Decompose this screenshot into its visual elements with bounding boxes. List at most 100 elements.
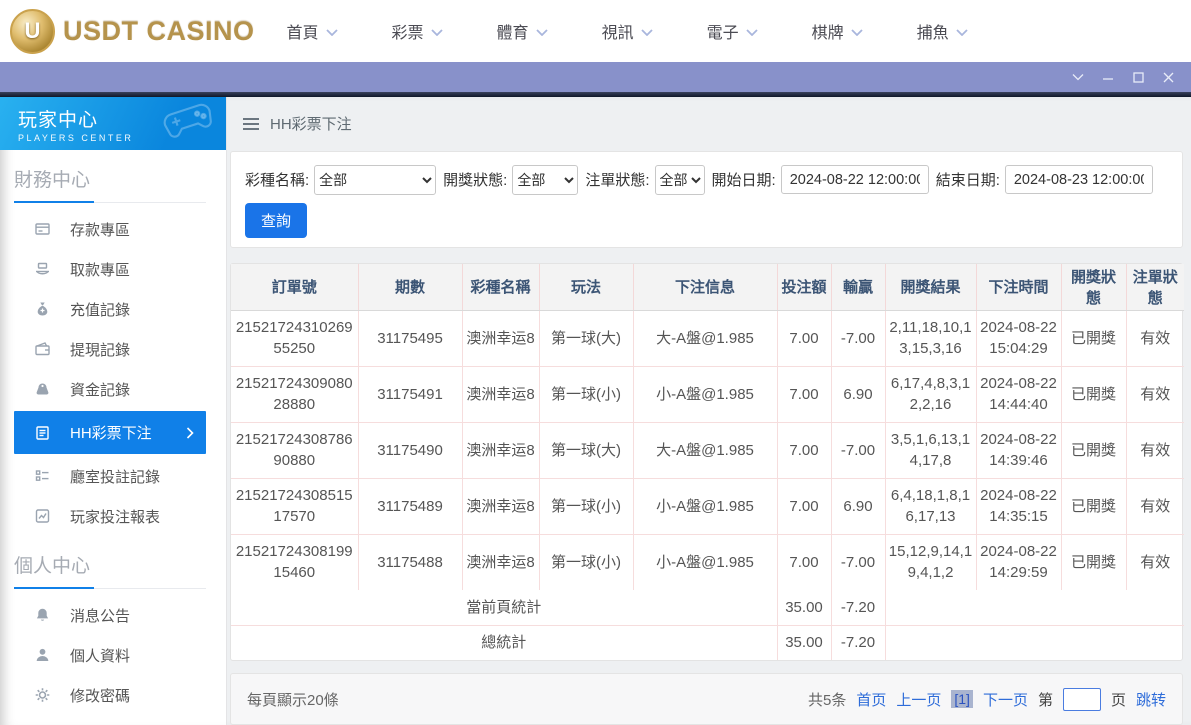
profile-icon bbox=[34, 647, 52, 663]
room-bet-record-icon bbox=[34, 468, 52, 484]
window-titlebar bbox=[0, 62, 1191, 92]
personal-menu: 消息公告 個人資料 修改密碼 bbox=[0, 595, 226, 715]
sidebar-item-room-bet-record[interactable]: 廳室投註記錄 bbox=[0, 456, 226, 496]
cell-play-type: 第一球(小) bbox=[539, 366, 633, 422]
cell-lottery-name: 澳洲幸运8 bbox=[462, 366, 539, 422]
cell-draw-result: 15,12,9,14,19,4,1,2 bbox=[885, 534, 976, 590]
cell-bet-info: 小-A盤@1.985 bbox=[633, 478, 777, 534]
cell-draw-status: 已開獎 bbox=[1061, 534, 1126, 590]
cell-win-loss: -7.00 bbox=[831, 534, 885, 590]
col-bet-amount: 投注額 bbox=[777, 264, 831, 311]
sidebar-item-withdraw[interactable]: 取款專區 bbox=[0, 249, 226, 289]
page-size-text: 每頁顯示20條 bbox=[247, 689, 339, 710]
brand[interactable]: U USDT CASINO bbox=[10, 9, 255, 54]
cell-order-no: 2152172430878690880 bbox=[231, 422, 358, 478]
col-play-type: 玩法 bbox=[539, 264, 633, 311]
cell-play-type: 第一球(小) bbox=[539, 478, 633, 534]
cell-play-type: 第一球(小) bbox=[539, 534, 633, 590]
cell-order-status: 有效 bbox=[1126, 422, 1184, 478]
maximize-icon[interactable] bbox=[1123, 62, 1153, 92]
cell-win-loss: 6.90 bbox=[831, 478, 885, 534]
current-page-indicator[interactable]: [1] bbox=[951, 690, 973, 708]
cell-draw-result: 2,11,18,10,13,15,3,16 bbox=[885, 310, 976, 366]
jump-button[interactable]: 跳转 bbox=[1136, 689, 1166, 710]
cell-bet-time: 2024-08-22 14:29:59 bbox=[976, 534, 1061, 590]
hamburger-icon[interactable] bbox=[242, 117, 260, 131]
cell-order-status: 有效 bbox=[1126, 534, 1184, 590]
cell-period: 31175491 bbox=[358, 366, 462, 422]
nav-label: 體育 bbox=[497, 19, 529, 43]
page-jump-input[interactable] bbox=[1063, 688, 1101, 711]
sidebar-item-announcements[interactable]: 消息公告 bbox=[0, 595, 226, 635]
nav-item-cards[interactable]: 棋牌 bbox=[812, 19, 863, 43]
cell-period: 31175495 bbox=[358, 310, 462, 366]
sidebar-item-deposit[interactable]: 存款專區 bbox=[0, 209, 226, 249]
filter-panel: 彩種名稱: 全部 開獎狀態: 全部 注單狀態: 全部 開始日期: 結束日期: bbox=[230, 151, 1183, 248]
cell-lottery-name: 澳洲幸运8 bbox=[462, 534, 539, 590]
cell-bet-amount: 7.00 bbox=[777, 478, 831, 534]
nav-item-slots[interactable]: 電子 bbox=[707, 19, 758, 43]
cell-bet-info: 大-A盤@1.985 bbox=[633, 310, 777, 366]
cell-order-status: 有效 bbox=[1126, 366, 1184, 422]
first-page-link[interactable]: 首页 bbox=[856, 689, 886, 710]
sidebar-item-bet-report[interactable]: 玩家投注報表 bbox=[0, 496, 226, 536]
order-status-select[interactable]: 全部 bbox=[655, 165, 705, 195]
bet-report-icon bbox=[34, 508, 52, 524]
chevron-down-icon[interactable] bbox=[1063, 62, 1093, 92]
summary-bet-total: 35.00 bbox=[777, 625, 831, 660]
main-nav: 首頁 彩票 體育 視訊 電子 棋牌 捕魚 bbox=[287, 19, 968, 43]
cell-draw-status: 已開獎 bbox=[1061, 478, 1126, 534]
nav-item-lottery[interactable]: 彩票 bbox=[392, 19, 443, 43]
nav-item-home[interactable]: 首頁 bbox=[287, 19, 338, 43]
lottery-bet-icon bbox=[34, 425, 52, 441]
lottery-name-select[interactable]: 全部 bbox=[314, 165, 436, 195]
sidebar-item-change-password[interactable]: 修改密碼 bbox=[0, 675, 226, 715]
section-heading-finance: 財務中心 bbox=[14, 165, 206, 203]
draw-status-select[interactable]: 全部 bbox=[512, 165, 578, 195]
top-header: U USDT CASINO 首頁 彩票 體育 視訊 電子 棋牌 捕魚 bbox=[0, 0, 1191, 62]
sidebar-item-hh-lottery-bets[interactable]: HH彩票下注 bbox=[14, 411, 206, 454]
withdrawal-record-icon bbox=[34, 341, 52, 357]
summary-win-loss-total: -7.20 bbox=[831, 590, 885, 625]
cell-bet-info: 大-A盤@1.985 bbox=[633, 422, 777, 478]
cell-bet-time: 2024-08-22 15:04:29 bbox=[976, 310, 1061, 366]
next-page-link[interactable]: 下一页 bbox=[983, 689, 1028, 710]
table-row: 2152172430908028880 31175491 澳洲幸运8 第一球(小… bbox=[231, 366, 1184, 422]
cell-bet-amount: 7.00 bbox=[777, 310, 831, 366]
close-icon[interactable] bbox=[1153, 62, 1183, 92]
brand-name: USDT CASINO bbox=[63, 16, 255, 47]
end-date-label: 結束日期: bbox=[936, 169, 1000, 190]
table-row: 2152172430878690880 31175490 澳洲幸运8 第一球(大… bbox=[231, 422, 1184, 478]
sidebar-item-profile[interactable]: 個人資料 bbox=[0, 635, 226, 675]
sidebar-item-label: 取款專區 bbox=[70, 259, 130, 280]
search-button[interactable]: 查詢 bbox=[245, 203, 307, 238]
chevron-down-icon bbox=[956, 29, 968, 36]
cell-lottery-name: 澳洲幸运8 bbox=[462, 310, 539, 366]
cell-order-no: 2152172430851517570 bbox=[231, 478, 358, 534]
sidebar-item-funds-record[interactable]: 資金記錄 bbox=[0, 369, 226, 409]
table-row: 2152172431026955250 31175495 澳洲幸运8 第一球(大… bbox=[231, 310, 1184, 366]
bets-table: 訂單號 期數 彩種名稱 玩法 下注信息 投注額 輸贏 開獎結果 下注時間 開獎狀… bbox=[231, 264, 1184, 661]
nav-item-video[interactable]: 視訊 bbox=[602, 19, 653, 43]
cell-period: 31175488 bbox=[358, 534, 462, 590]
start-date-input[interactable] bbox=[781, 165, 929, 194]
recharge-record-icon bbox=[34, 301, 52, 317]
nav-label: 棋牌 bbox=[812, 19, 844, 43]
chevron-down-icon bbox=[326, 29, 338, 36]
chevron-down-icon bbox=[851, 29, 863, 36]
cell-bet-amount: 7.00 bbox=[777, 422, 831, 478]
summary-label: 當前頁統計 bbox=[231, 590, 777, 625]
sidebar-item-withdrawal-record[interactable]: 提現記錄 bbox=[0, 329, 226, 369]
withdraw-icon bbox=[34, 261, 52, 277]
col-order-no: 訂單號 bbox=[231, 264, 358, 311]
end-date-input[interactable] bbox=[1005, 165, 1153, 194]
sidebar-item-recharge-record[interactable]: 充值記錄 bbox=[0, 289, 226, 329]
nav-label: 首頁 bbox=[287, 19, 319, 43]
cell-win-loss: -7.00 bbox=[831, 422, 885, 478]
cell-bet-time: 2024-08-22 14:44:40 bbox=[976, 366, 1061, 422]
prev-page-link[interactable]: 上一页 bbox=[896, 689, 941, 710]
nav-item-sports[interactable]: 體育 bbox=[497, 19, 548, 43]
nav-item-fishing[interactable]: 捕魚 bbox=[917, 19, 968, 43]
col-period: 期數 bbox=[358, 264, 462, 311]
minimize-icon[interactable] bbox=[1093, 62, 1123, 92]
